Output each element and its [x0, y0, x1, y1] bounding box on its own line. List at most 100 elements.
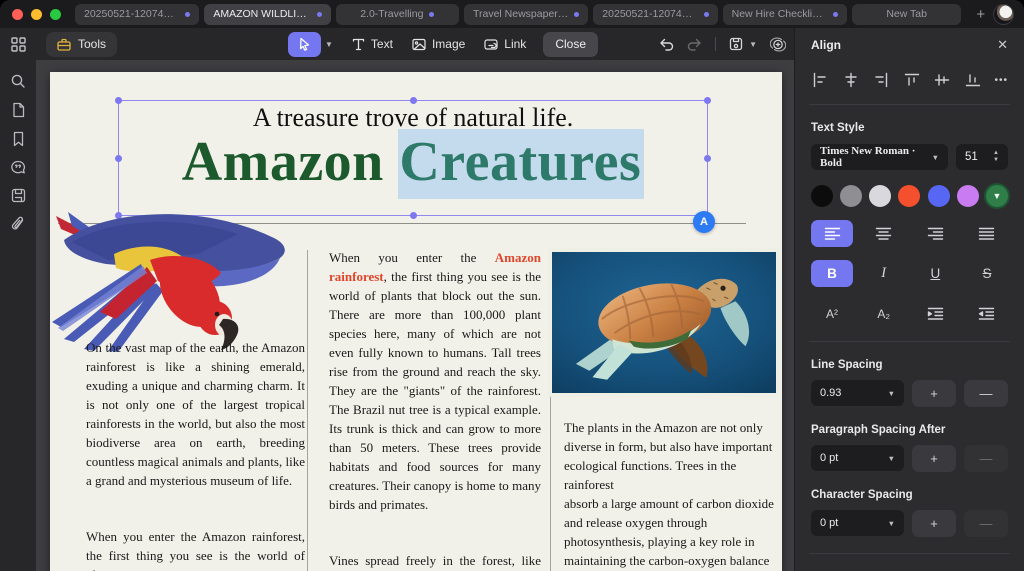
tab-amazon-wildlife[interactable]: AMAZON WILDLIFE_C: [204, 4, 330, 25]
window-controls: [12, 9, 61, 20]
color-black[interactable]: [811, 185, 833, 207]
chevron-down-icon: ▼: [932, 153, 939, 162]
character-spacing-increase-button[interactable]: +: [912, 510, 956, 537]
attachment-icon[interactable]: [11, 216, 25, 232]
parrot-image[interactable]: [48, 202, 300, 354]
paragraph: When you enter the Amazon rainforest, th…: [86, 527, 305, 571]
redo-icon[interactable]: [687, 38, 702, 51]
text-align-right-button[interactable]: [914, 220, 956, 247]
align-section-title: Align: [811, 38, 841, 52]
image-tool-icon: [412, 38, 426, 51]
color-orange[interactable]: [898, 185, 920, 207]
align-top-icon[interactable]: [903, 71, 921, 89]
tab-20250521-2[interactable]: 20250521-120744_C: [593, 4, 717, 25]
paragraph: When you enter the Amazon rainforest, th…: [329, 248, 541, 514]
paragraph: On the vast map of the earth, the Amazon…: [86, 338, 305, 490]
color-green-selected[interactable]: ▼: [986, 185, 1008, 207]
user-avatar[interactable]: [993, 4, 1014, 25]
size-stepper-arrows[interactable]: ▲▼: [993, 151, 999, 163]
document-canvas[interactable]: A treasure trove of natural life. Amazon…: [36, 60, 794, 571]
toolbox-icon: [57, 38, 71, 51]
tab-20250521-1[interactable]: 20250521-120744_C: [75, 4, 199, 25]
underline-button[interactable]: U: [914, 260, 956, 287]
text-object-badge[interactable]: A: [693, 211, 715, 233]
italic-button[interactable]: I: [863, 260, 905, 287]
turtle-image[interactable]: [552, 252, 776, 393]
doc-title[interactable]: Amazon Creatures: [118, 130, 708, 194]
ai-assistant-icon[interactable]: [770, 37, 786, 52]
subscript-button[interactable]: A₂: [863, 300, 905, 327]
tab-travel-newspaper[interactable]: Travel Newspaper #2: [464, 4, 588, 25]
unsaved-dot: [833, 12, 838, 17]
pages-icon[interactable]: [11, 102, 26, 118]
align-center-horizontal-icon[interactable]: [842, 71, 860, 89]
minimize-window-button[interactable]: [31, 9, 42, 20]
unsaved-dot: [317, 12, 322, 17]
more-align-options-icon[interactable]: •••: [994, 75, 1008, 86]
indent-decrease-button[interactable]: [966, 300, 1008, 327]
text-align-left-button[interactable]: [811, 220, 853, 247]
color-light-gray[interactable]: [869, 185, 891, 207]
tab-new-tab[interactable]: New Tab: [852, 4, 961, 25]
tab-new-hire-checklist[interactable]: New Hire Checklist -u: [723, 4, 847, 25]
close-edit-button[interactable]: Close: [543, 32, 598, 57]
text-align-center-button[interactable]: [863, 220, 905, 247]
image-tool-button[interactable]: Image: [412, 37, 465, 51]
strikethrough-button[interactable]: S: [966, 260, 1008, 287]
left-sidebar: [0, 60, 36, 571]
maximize-window-button[interactable]: [50, 9, 61, 20]
align-left-icon[interactable]: [811, 71, 829, 89]
text-tool-button[interactable]: Text: [352, 37, 393, 51]
character-spacing-decrease-button[interactable]: —: [964, 510, 1008, 537]
column-divider-1: [307, 250, 308, 571]
bold-button[interactable]: B: [811, 260, 853, 287]
link-tool-button[interactable]: Link: [484, 37, 526, 51]
comments-icon[interactable]: [10, 160, 26, 175]
panel-close-icon[interactable]: ✕: [997, 37, 1008, 53]
tools-button[interactable]: Tools: [46, 32, 117, 57]
new-tab-button[interactable]: +: [976, 6, 985, 23]
panel-divider: [809, 341, 1010, 342]
superscript-button[interactable]: A²: [811, 300, 853, 327]
font-size-stepper[interactable]: 51 ▲▼: [956, 144, 1008, 170]
paragraph-spacing-increase-button[interactable]: +: [912, 445, 956, 472]
tab-travelling[interactable]: 2.0-Travelling: [336, 4, 459, 25]
bookmark-icon[interactable]: [12, 131, 25, 147]
undo-icon[interactable]: [659, 38, 674, 51]
save-icon[interactable]: [729, 37, 743, 51]
align-bottom-icon[interactable]: [964, 71, 982, 89]
color-purple[interactable]: [957, 185, 979, 207]
indent-increase-button[interactable]: [914, 300, 956, 327]
close-window-button[interactable]: [12, 9, 23, 20]
properties-panel: Align ✕ ••• Text Style Times New Roman ·…: [794, 28, 1024, 571]
toolbar-divider: [715, 37, 716, 51]
line-spacing-decrease-button[interactable]: —: [964, 380, 1008, 407]
paragraph-spacing-dropdown[interactable]: 0 pt▼: [811, 445, 904, 471]
align-middle-vertical-icon[interactable]: [933, 71, 951, 89]
search-icon[interactable]: [10, 73, 26, 89]
select-tool-caret[interactable]: ▼: [325, 40, 333, 49]
unsaved-dot: [574, 12, 579, 17]
export-doc-icon[interactable]: [11, 188, 26, 203]
text-tool-icon: [352, 38, 365, 51]
font-family-dropdown[interactable]: Times New Roman · Bold ▼: [811, 144, 948, 170]
character-spacing-dropdown[interactable]: 0 pt▼: [811, 510, 904, 536]
align-right-icon[interactable]: [872, 71, 890, 89]
line-spacing-increase-button[interactable]: +: [912, 380, 956, 407]
resize-handle-s[interactable]: [410, 212, 417, 219]
document-page[interactable]: A treasure trove of natural life. Amazon…: [50, 72, 782, 571]
color-blue[interactable]: [928, 185, 950, 207]
column-1[interactable]: On the vast map of the earth, the Amazon…: [86, 338, 305, 571]
column-3[interactable]: The plants in the Amazon are not only di…: [564, 418, 782, 571]
paragraph-spacing-decrease-button[interactable]: —: [964, 445, 1008, 472]
column-2[interactable]: When you enter the Amazon rainforest, th…: [329, 248, 541, 571]
line-spacing-dropdown[interactable]: 0.93▼: [811, 380, 904, 406]
toolbar: Tools ▼ Text: [0, 28, 794, 60]
text-align-justify-button[interactable]: [966, 220, 1008, 247]
app-window: 20250521-120744_C AMAZON WILDLIFE_C 2.0-…: [0, 0, 1024, 571]
apps-grid-icon[interactable]: [11, 37, 26, 52]
select-tool-button[interactable]: [288, 32, 321, 57]
save-caret[interactable]: ▼: [749, 40, 757, 49]
color-gray[interactable]: [840, 185, 862, 207]
link-tool-icon: [484, 38, 498, 51]
